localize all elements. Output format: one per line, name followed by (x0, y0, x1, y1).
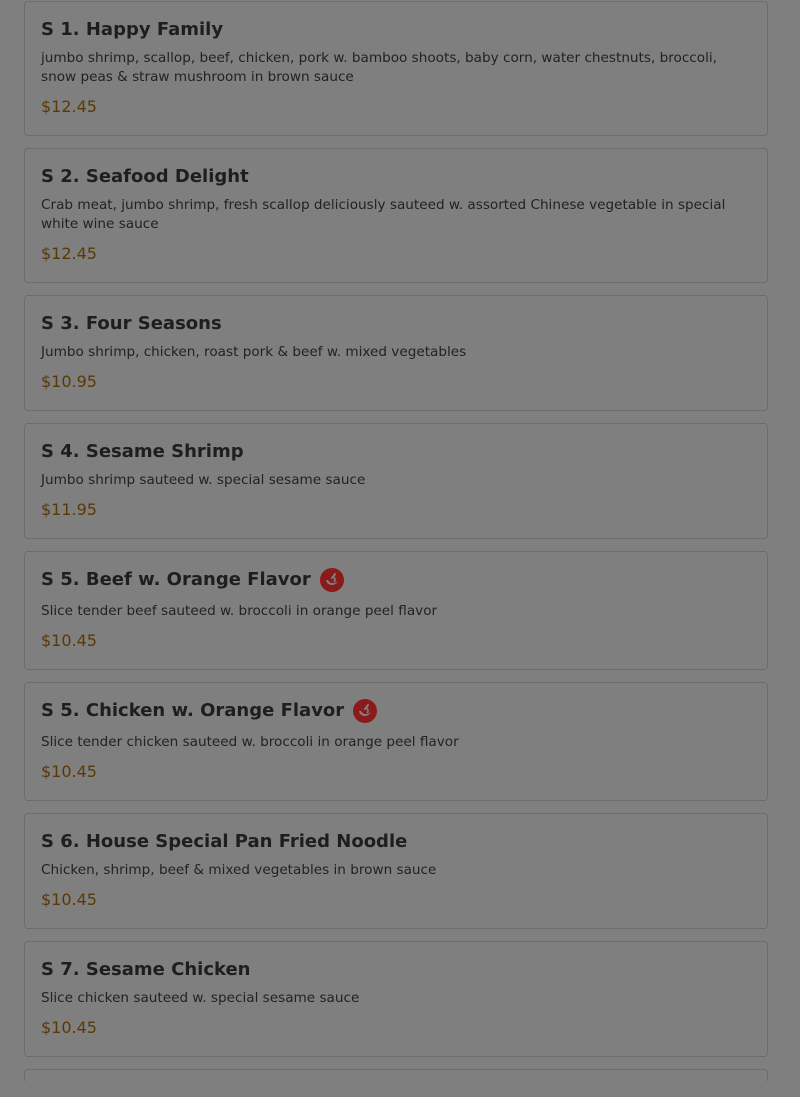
menu-item-description: Slice tender beef sauteed w. broccoli in… (41, 603, 438, 619)
menu-item-title: S 2. Seafood Delight (41, 166, 249, 187)
menu-item-title: S 4. Sesame Shrimp (41, 441, 244, 462)
menu-item[interactable]: S 5. Beef w. Orange Flavor Slice tender … (24, 551, 768, 670)
menu-item-price: $10.45 (41, 631, 97, 650)
menu-item-title-row: S 7. Sesame Chicken (41, 958, 751, 982)
menu-item-description: Slice chicken sauteed w. special sesame … (41, 990, 360, 1006)
menu-item-title-row: S 6. House Special Pan Fried Noodle (41, 830, 751, 854)
menu-item-description: Crab meat, jumbo shrimp, fresh scallop d… (41, 197, 726, 232)
menu-item-title-row: S 5. Chicken w. Orange Flavor (41, 699, 751, 723)
menu-item-partial[interactable] (24, 1069, 768, 1081)
menu-item-title: S 7. Sesame Chicken (41, 959, 251, 980)
menu-item-description: Chicken, shrimp, beef & mixed vegetables… (41, 862, 437, 878)
menu-item-price: $12.45 (41, 97, 97, 116)
menu-item[interactable]: S 6. House Special Pan Fried Noodle Chic… (24, 813, 768, 929)
menu-item-title: S 6. House Special Pan Fried Noodle (41, 831, 408, 852)
menu-item-title-row: S 2. Seafood Delight (41, 165, 751, 189)
chili-pepper-icon (319, 568, 344, 592)
menu-item-title-row: S 5. Beef w. Orange Flavor (41, 568, 751, 592)
chili-pepper-icon (353, 699, 378, 723)
menu-item-title: S 5. Chicken w. Orange Flavor (41, 700, 345, 721)
menu-item-price: $10.95 (41, 372, 97, 391)
menu-item-price: $10.45 (41, 890, 97, 909)
menu-item-price: $10.45 (41, 1018, 97, 1037)
menu-item[interactable]: S 3. Four Seasons Jumbo shrimp, chicken,… (24, 295, 768, 411)
menu-item[interactable]: S 4. Sesame Shrimp Jumbo shrimp sauteed … (24, 423, 768, 539)
menu-item[interactable]: S 5. Chicken w. Orange Flavor Slice tend… (24, 682, 768, 801)
menu-item-title: S 3. Four Seasons (41, 313, 222, 334)
menu-item-list: S 1. Happy Family jumbo shrimp, scallop,… (24, 1, 768, 1081)
menu-item-description: jumbo shrimp, scallop, beef, chicken, po… (41, 50, 717, 85)
menu-item[interactable]: S 1. Happy Family jumbo shrimp, scallop,… (24, 1, 768, 136)
menu-item-title-row: S 1. Happy Family (41, 18, 751, 42)
menu-item[interactable]: S 2. Seafood Delight Crab meat, jumbo sh… (24, 148, 768, 283)
menu-item-title: S 5. Beef w. Orange Flavor (41, 569, 311, 590)
menu-item-title: S 1. Happy Family (41, 19, 224, 40)
menu-item-description: Jumbo shrimp sauteed w. special sesame s… (41, 472, 366, 488)
menu-item[interactable]: S 7. Sesame Chicken Slice chicken sautee… (24, 941, 768, 1057)
menu-item-title-row: S 4. Sesame Shrimp (41, 440, 751, 464)
menu-item-description: Slice tender chicken sauteed w. broccoli… (41, 734, 459, 750)
menu-item-title-row: S 3. Four Seasons (41, 312, 751, 336)
menu-item-description: Jumbo shrimp, chicken, roast pork & beef… (41, 344, 467, 360)
menu-item-price: $10.45 (41, 762, 97, 781)
menu-item-price: $11.95 (41, 500, 97, 519)
menu-item-price: $12.45 (41, 244, 97, 263)
